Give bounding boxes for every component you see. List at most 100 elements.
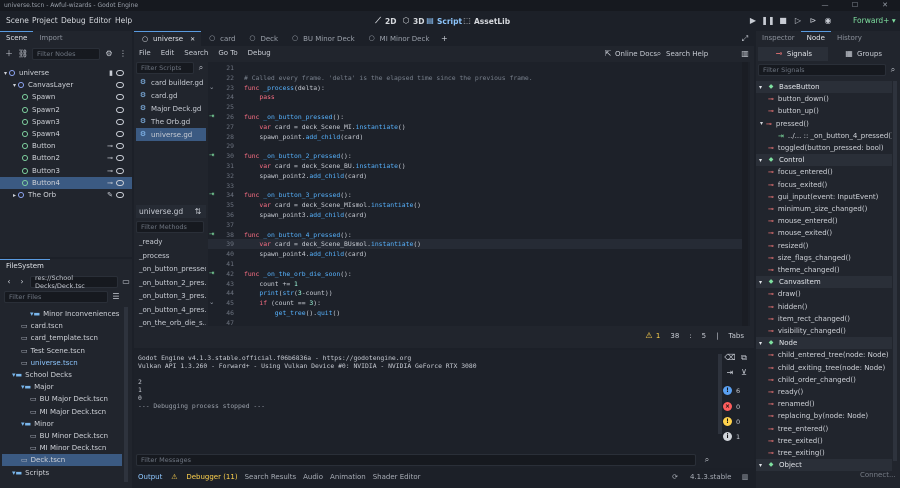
signal-item[interactable]: ⊸ tree_exiting()	[756, 447, 892, 459]
tab-inspector[interactable]: Inspector	[756, 32, 801, 44]
signals-scrollbar[interactable]	[893, 81, 897, 461]
signal-icon[interactable]: ⊸	[107, 142, 113, 150]
output-scrollbar[interactable]	[718, 354, 722, 434]
signal-item[interactable]: ⊸ child_entered_tree(node: Node)	[756, 349, 892, 361]
visibility-eye-icon[interactable]	[116, 155, 124, 162]
method-list-item[interactable]: _on_button_4_pres...	[136, 304, 206, 318]
tab-history[interactable]: History	[831, 32, 868, 44]
expand-arrow-icon[interactable]: ▾	[13, 82, 16, 89]
script-list-item[interactable]: ⚙ card builder.gd	[136, 76, 206, 89]
expand-arrow-icon[interactable]: ▾	[4, 70, 7, 77]
editor-tab[interactable]: ○ universe ✕	[134, 31, 202, 46]
visibility-eye-icon[interactable]	[116, 82, 124, 89]
filter-methods-input[interactable]: Filter Methods	[136, 221, 204, 233]
tab-output[interactable]: Output	[138, 473, 162, 481]
signal-connection-icon[interactable]: ⇥	[209, 269, 214, 277]
script-list-item[interactable]: ⚙ card.gd	[136, 89, 206, 102]
file-item[interactable]: ▭ BU Major Deck.tscn	[2, 393, 122, 405]
signal-item[interactable]: ⊸ hidden()	[756, 301, 892, 313]
signal-icon[interactable]: ✎	[107, 191, 113, 199]
menu-debug[interactable]: Debug	[61, 16, 86, 25]
visibility-eye-icon[interactable]	[116, 167, 124, 174]
editor-tab[interactable]: ○ card	[201, 31, 241, 46]
minimize-button[interactable]: —	[810, 0, 840, 11]
layout-icon[interactable]: ▥	[740, 472, 750, 482]
signal-connection[interactable]: ⇥ ../... :: _on_button_4_pressed()	[756, 130, 892, 142]
tab-node[interactable]: Node	[800, 31, 831, 44]
sort-icon[interactable]: ⇅	[193, 207, 203, 217]
signal-item[interactable]: ⊸ resized()	[756, 240, 892, 252]
folder-item[interactable]: ▾▬ School Decks	[2, 369, 122, 381]
scene-node[interactable]: Spawn3	[0, 116, 132, 128]
tab-signals[interactable]: ⊸ Signals	[758, 47, 828, 61]
editor-tab[interactable]: ○ BU Minor Deck	[284, 31, 361, 46]
clear-output-icon[interactable]: ⌫	[724, 353, 735, 363]
script-list-item[interactable]: ⚙ Major Deck.gd	[136, 102, 206, 115]
visibility-eye-icon[interactable]	[116, 106, 124, 113]
tab-shader-editor[interactable]: Shader Editor	[373, 473, 421, 481]
play-icon[interactable]: ▶	[748, 16, 758, 26]
signal-item[interactable]: ⊸ child_order_changed()	[756, 374, 892, 386]
tab-search-results[interactable]: Search Results	[245, 473, 297, 481]
signal-item[interactable]: ⊸ gui_input(event: InputEvent)	[756, 191, 892, 203]
filter-options-icon[interactable]: ⚙	[104, 49, 114, 59]
tab-audio[interactable]: Audio	[303, 473, 323, 481]
filter-scripts-input[interactable]: Filter Scripts	[136, 62, 194, 74]
errors-toggle[interactable]: × 0	[723, 401, 745, 412]
scene-node[interactable]: Button4 ⊸	[0, 176, 132, 189]
collapse-arrow-icon[interactable]: ▾	[759, 462, 762, 469]
file-item[interactable]: ▭ card.tscn	[2, 320, 122, 332]
tab-debugger[interactable]: ⚠ Debugger (11)	[169, 472, 237, 482]
workspace-assetlib-button[interactable]: ⬚ AssetLib	[462, 15, 510, 27]
menu-help[interactable]: Help	[115, 16, 132, 25]
folder-item[interactable]: ▾▬ Minor Inconveniences	[2, 308, 122, 320]
signal-category[interactable]: ▾ ◆ Node	[756, 337, 892, 350]
signal-category[interactable]: ▾ ◆ Control	[756, 154, 892, 167]
signal-item[interactable]: ⊸ mouse_exited()	[756, 227, 892, 239]
file-item[interactable]: ▭ card_template.tscn	[2, 332, 122, 344]
visibility-eye-icon[interactable]	[116, 70, 124, 76]
signal-item[interactable]: ⊸ toggled(button_pressed: bool)	[756, 142, 892, 154]
split-view-icon[interactable]: ▭	[121, 277, 131, 287]
link-icon[interactable]: ⛓	[18, 49, 28, 59]
script-menu-goto[interactable]: Go To	[218, 49, 237, 57]
fold-arrow-icon[interactable]: ⌄	[209, 83, 214, 91]
script-list-item[interactable]: ⚙ The Orb.gd	[136, 115, 206, 128]
scene-node[interactable]: Button ⊸	[0, 140, 132, 152]
signal-icon[interactable]: ⊸	[107, 179, 113, 187]
warnings-count[interactable]: ⚠ 1	[644, 331, 660, 341]
menu-editor[interactable]: Editor	[89, 16, 111, 25]
signal-item[interactable]: ⊸ theme_changed()	[756, 264, 892, 276]
script-icon[interactable]: ▮	[109, 69, 113, 77]
signal-connection-icon[interactable]: ⇥	[209, 151, 214, 159]
menu-dots-icon[interactable]: ⋮	[118, 49, 128, 59]
play-custom-icon[interactable]: ⊳	[808, 16, 818, 26]
signal-item[interactable]: ⊸ focus_exited()	[756, 179, 892, 191]
filter-files-input[interactable]: Filter Files	[4, 291, 108, 303]
signal-item[interactable]: ⊸ ready()	[756, 386, 892, 398]
scene-node[interactable]: Spawn2	[0, 104, 132, 116]
signal-icon[interactable]: ⊸	[107, 154, 113, 162]
collapse-arrow-icon[interactable]: ▾	[759, 279, 762, 286]
path-field[interactable]: res://School Decks/Deck.tsc	[30, 274, 118, 290]
file-item[interactable]: ▭ MI Minor Deck.tscn	[2, 442, 122, 454]
visibility-eye-icon[interactable]	[116, 118, 124, 125]
add-node-icon[interactable]: ＋	[4, 49, 14, 59]
visibility-eye-icon[interactable]	[116, 143, 124, 150]
filter-signals-input[interactable]: Filter Signals	[758, 64, 886, 76]
back-icon[interactable]: ‹	[4, 277, 14, 287]
file-item[interactable]: ▭ MI Major Deck.tscn	[2, 406, 122, 418]
scene-node[interactable]: ▾ universe ▮	[0, 67, 132, 79]
tab-groups[interactable]: ▦ Groups	[828, 47, 898, 61]
indent-mode[interactable]: Tabs	[729, 332, 745, 340]
copy-icon[interactable]: ⧉	[739, 353, 749, 363]
tab-scene[interactable]: Scene	[0, 31, 34, 44]
close-button[interactable]: ✕	[870, 0, 900, 11]
menu-project[interactable]: Project	[32, 16, 58, 25]
code-editor[interactable]: 21 22 # Called every frame. 'delta' is the…	[208, 62, 750, 327]
signal-item[interactable]: ⊸ replacing_by(node: Node)	[756, 410, 892, 422]
filter-nodes-input[interactable]: Filter Nodes	[32, 48, 100, 60]
file-item[interactable]: ▭ Deck.tscn	[2, 454, 122, 467]
scroll-lock-icon[interactable]: ⇥	[725, 368, 735, 378]
stop-icon[interactable]: ■	[778, 16, 788, 26]
